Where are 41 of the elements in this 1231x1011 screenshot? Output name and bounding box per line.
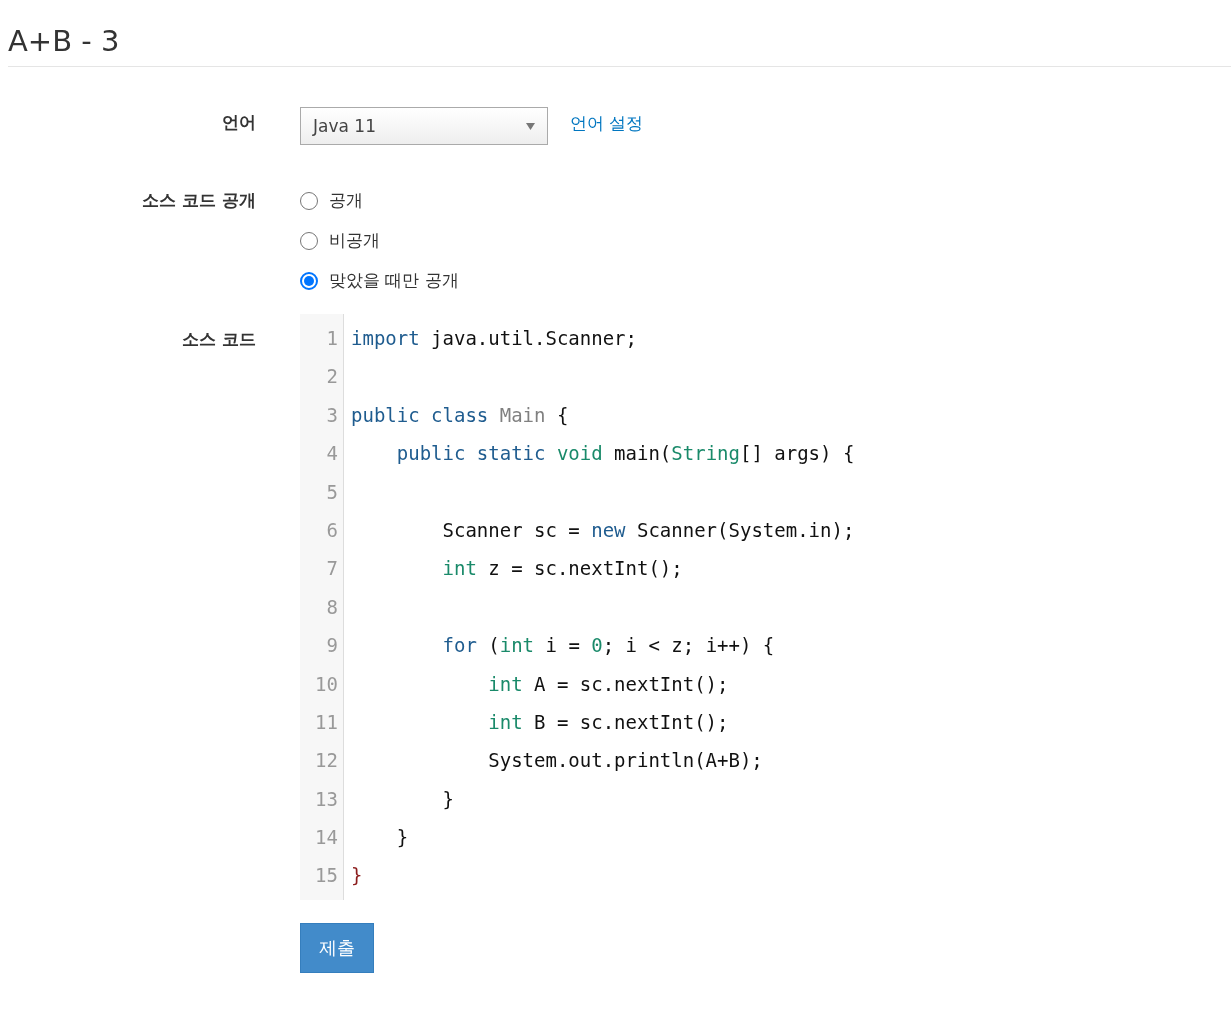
code-line: int z = sc.nextInt();: [441, 557, 683, 580]
code-line: }: [441, 787, 454, 810]
line-number: 6: [326, 518, 338, 541]
line-number: 9: [326, 634, 338, 657]
caret-icon: [526, 122, 535, 130]
code-line: System.out.println(A+B);: [487, 749, 763, 772]
language-settings-link[interactable]: 언어 설정: [570, 111, 644, 135]
code-line: for (int i = 0; i < z; i++) {: [441, 634, 775, 657]
line-number: 5: [326, 480, 338, 503]
code-line: import java.util.Scanner;: [351, 327, 637, 349]
radio-label[interactable]: 맞았을 때만 공개: [329, 269, 459, 292]
source-code-label: 소스 코드: [182, 329, 256, 349]
line-number: 14: [315, 826, 338, 849]
line-number: 3: [326, 403, 338, 426]
page-title: A+B - 3: [8, 24, 1231, 67]
language-label: 언어: [222, 112, 256, 132]
line-number: 4: [326, 442, 338, 465]
line-number: 13: [315, 787, 338, 810]
radio-label[interactable]: 비공개: [329, 229, 380, 252]
radio-label[interactable]: 공개: [329, 189, 363, 212]
line-number: 1: [326, 327, 338, 349]
line-number: 8: [326, 595, 338, 618]
line-number: 2: [326, 365, 338, 388]
code-line: Scanner sc = new Scanner(System.in);: [441, 518, 855, 541]
line-number: 12: [315, 749, 338, 772]
line-number: 15: [315, 864, 338, 887]
line-number: 10: [315, 672, 338, 695]
language-dropdown[interactable]: Java 11: [300, 107, 548, 145]
submit-button[interactable]: 제출: [300, 922, 374, 973]
line-number: 7: [326, 557, 338, 580]
visibility-label: 소스 코드 공개: [142, 190, 256, 210]
code-line: }: [351, 864, 363, 887]
code-line: public static void main(String[] args) {: [395, 442, 855, 465]
code-line: public class Main {: [351, 403, 569, 426]
code-line: int B = sc.nextInt();: [487, 710, 729, 733]
code-line: int A = sc.nextInt();: [487, 672, 729, 695]
code-line: }: [395, 826, 409, 849]
line-number: 11: [315, 710, 338, 733]
radio-button[interactable]: [300, 231, 318, 250]
radio-button[interactable]: [300, 191, 318, 210]
radio-button[interactable]: [300, 271, 318, 290]
